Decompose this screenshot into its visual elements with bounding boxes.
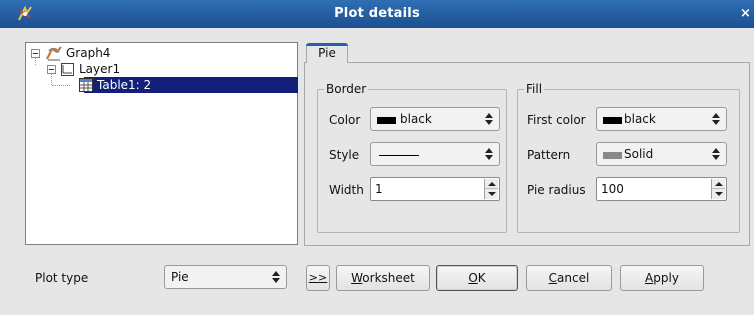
pie-tab-panel: Border Color black Style Width 1 Fill Fi…	[304, 62, 750, 246]
cancel-button[interactable]: Cancel	[526, 265, 612, 291]
color-swatch	[377, 117, 396, 124]
pie-radius-spinbox[interactable]: 100	[596, 177, 727, 201]
spin-down-icon[interactable]	[712, 189, 725, 199]
updown-arrows-icon	[712, 113, 720, 125]
close-icon[interactable]: ×	[740, 0, 754, 28]
plot-type-label: Plot type	[35, 271, 89, 285]
updown-arrows-icon	[485, 148, 493, 160]
tree-item-table1[interactable]: Table1: 2	[26, 77, 298, 93]
border-width-spinbox[interactable]: 1	[370, 177, 500, 201]
updown-arrows-icon	[485, 113, 493, 125]
tree-item-label: Graph4	[66, 46, 111, 60]
pattern-label: Pattern	[527, 148, 571, 162]
more-button[interactable]: >>	[306, 265, 330, 291]
color-swatch	[603, 117, 622, 124]
spin-down-icon[interactable]	[485, 189, 498, 199]
plot-type-select[interactable]: Pie	[164, 265, 287, 289]
collapse-icon[interactable]	[47, 65, 56, 74]
border-width-value: 1	[375, 182, 383, 196]
pie-radius-label: Pie radius	[527, 183, 586, 197]
fill-group: Fill First color black Pattern Solid Pie…	[517, 82, 740, 233]
pie-radius-value: 100	[601, 182, 624, 196]
collapse-icon[interactable]	[31, 49, 40, 58]
border-style-label: Style	[329, 148, 360, 162]
pattern-swatch	[603, 152, 622, 159]
tree-item-layer1[interactable]: Layer1	[26, 61, 296, 77]
tree-item-graph4[interactable]: Graph4	[26, 45, 296, 61]
ok-button[interactable]: OK	[436, 265, 518, 291]
spin-up-icon[interactable]	[485, 179, 498, 189]
title-bar: Plot details ×	[0, 0, 754, 28]
tree-item-label: Layer1	[79, 62, 121, 76]
apply-button[interactable]: Apply	[620, 265, 704, 291]
border-style-select[interactable]	[370, 142, 500, 166]
first-color-select[interactable]: black	[596, 107, 727, 131]
fill-group-legend: Fill	[524, 82, 545, 96]
graph-icon	[46, 46, 62, 61]
border-width-label: Width	[329, 183, 364, 197]
plot-tree[interactable]: Graph4 Layer1 Table1: 2	[25, 42, 298, 245]
plot-type-value: Pie	[171, 270, 189, 284]
border-group-legend: Border	[324, 82, 369, 96]
border-color-select[interactable]: black	[370, 107, 500, 131]
updown-arrows-icon	[712, 148, 720, 160]
pattern-value: Solid	[624, 147, 654, 161]
worksheet-button[interactable]: Worksheet	[336, 265, 430, 291]
tab-pie[interactable]: Pie	[306, 43, 348, 63]
border-color-label: Color	[329, 113, 361, 127]
updown-arrows-icon	[272, 271, 280, 283]
border-color-value: black	[400, 112, 432, 126]
tree-item-label: Table1: 2	[97, 78, 152, 92]
pattern-select[interactable]: Solid	[596, 142, 727, 166]
layer-icon	[61, 63, 74, 76]
first-color-label: First color	[527, 113, 586, 127]
spin-up-icon[interactable]	[712, 179, 725, 189]
window-title: Plot details	[334, 6, 420, 21]
border-group: Border Color black Style Width 1	[317, 82, 507, 233]
first-color-value: black	[624, 112, 656, 126]
line-style-sample	[379, 155, 419, 156]
table-icon	[79, 78, 93, 92]
